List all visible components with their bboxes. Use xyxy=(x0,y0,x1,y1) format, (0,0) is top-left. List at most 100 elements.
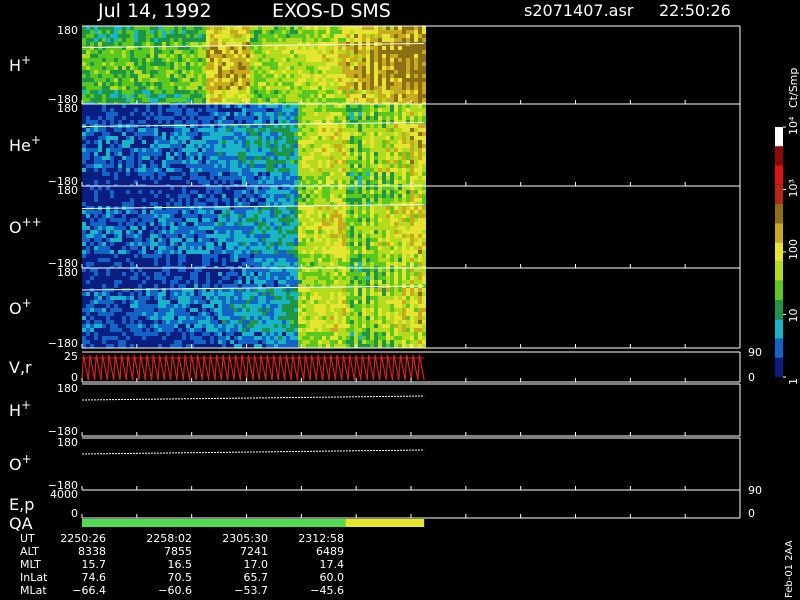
spectrogram-cell xyxy=(182,112,186,116)
spectrogram-cell xyxy=(390,30,394,34)
spectrogram-cell xyxy=(194,62,198,66)
spectrogram-cell xyxy=(290,46,294,50)
spectrogram-cell xyxy=(150,148,154,152)
spectrogram-cell xyxy=(406,160,410,164)
spectrogram-cell xyxy=(90,70,94,74)
spectrogram-cell xyxy=(142,246,146,250)
spectrogram-cell xyxy=(182,234,186,238)
spectrogram-cell xyxy=(290,70,294,74)
spectrogram-cell xyxy=(82,180,86,184)
spectrogram-cell xyxy=(346,46,350,50)
spectrogram-cell xyxy=(290,94,294,98)
spectrogram-cell xyxy=(130,238,134,242)
spectrogram-cell xyxy=(86,242,90,246)
spectrogram-cell xyxy=(350,26,354,30)
spectrogram-cell xyxy=(158,180,162,184)
spectrogram-cell xyxy=(150,140,154,144)
spectrogram-cell xyxy=(218,74,222,78)
spectrogram-cell xyxy=(162,26,166,30)
spectrogram-cell xyxy=(110,218,114,222)
spectrogram-cell xyxy=(274,250,278,254)
spectrogram-cell xyxy=(166,262,170,266)
spectrogram-cell xyxy=(186,98,190,102)
spectrogram-cell xyxy=(170,190,174,194)
spectrogram-cell xyxy=(374,104,378,108)
spectrogram-cell xyxy=(90,116,94,120)
spectrogram-cell xyxy=(250,94,254,98)
spectrogram-cell xyxy=(390,58,394,62)
spectrogram-cell xyxy=(350,156,354,160)
spectrogram-cell xyxy=(246,258,250,262)
spectrogram-cell xyxy=(182,176,186,180)
spectrogram-cell xyxy=(122,58,126,62)
spectrogram-cell xyxy=(150,116,154,120)
spectrogram-cell xyxy=(290,86,294,90)
spectrogram-cell xyxy=(122,112,126,116)
spectrogram-cell xyxy=(134,136,138,140)
spectrogram-cell xyxy=(110,254,114,258)
spectrogram-cell xyxy=(326,108,330,112)
spectrogram-cell xyxy=(326,194,330,198)
spectrogram-cell xyxy=(290,160,294,164)
spectrogram-cell xyxy=(166,90,170,94)
spectrogram-cell xyxy=(138,152,142,156)
spectrogram-cell xyxy=(86,152,90,156)
spectrogram-cell xyxy=(198,108,202,112)
spectrogram-cell xyxy=(170,164,174,168)
spectrogram-cell xyxy=(218,70,222,74)
spectrogram-cell xyxy=(382,94,386,98)
spectrogram-cell xyxy=(402,50,406,54)
spectrogram-cell xyxy=(346,254,350,258)
spectrogram-cell xyxy=(214,74,218,78)
spectrogram-cell xyxy=(338,246,342,250)
spectrogram-cell xyxy=(386,172,390,176)
spectrogram-cell xyxy=(262,54,266,58)
spectrogram-cell xyxy=(342,78,346,82)
spectrogram-cell xyxy=(146,66,150,70)
spectrogram-cell xyxy=(266,94,270,98)
spectrogram-cell xyxy=(350,86,354,90)
spectrogram-cell xyxy=(346,206,350,210)
spectrogram-cell xyxy=(318,132,322,136)
spectrogram-cell xyxy=(198,176,202,180)
spectrogram-cell xyxy=(226,104,230,108)
spectrogram-cell xyxy=(178,148,182,152)
spectrogram-cell xyxy=(362,108,366,112)
spectrogram-cell xyxy=(162,42,166,46)
spectrogram-cell xyxy=(290,50,294,54)
spectrogram-cell xyxy=(238,112,242,116)
spectrogram-cell xyxy=(310,54,314,58)
spectrogram-cell xyxy=(210,194,214,198)
spectrogram-cell xyxy=(318,58,322,62)
spectrogram-cell xyxy=(90,90,94,94)
spectrogram-cell xyxy=(230,144,234,148)
spectrogram-cell xyxy=(102,148,106,152)
spectrogram-cell xyxy=(226,58,230,62)
spectrogram-cell xyxy=(86,26,90,30)
spectrogram-cell xyxy=(346,26,350,30)
spectrogram-cell xyxy=(210,42,214,46)
spectrogram-cell xyxy=(342,98,346,102)
spectrogram-cell xyxy=(138,136,142,140)
spectrogram-cell xyxy=(390,132,394,136)
spectrogram-cell xyxy=(298,186,302,190)
spectrogram-cell xyxy=(222,34,226,38)
spectrogram-cell xyxy=(374,176,378,180)
spectrogram-cell xyxy=(238,144,242,148)
spectrogram-cell xyxy=(214,46,218,50)
spectrogram-cell xyxy=(302,74,306,78)
spectrogram-cell xyxy=(350,132,354,136)
spectrogram-cell xyxy=(226,198,230,202)
spectrogram-cell xyxy=(262,156,266,160)
spectrogram-cell xyxy=(358,78,362,82)
spectrogram-cell xyxy=(422,152,426,156)
spectrogram-cell xyxy=(346,222,350,226)
spectrogram-cell xyxy=(202,90,206,94)
spectrogram-cell xyxy=(382,124,386,128)
spectrogram-cell xyxy=(134,94,138,98)
spectrogram-cell xyxy=(286,258,290,262)
spectrogram-cell xyxy=(342,164,346,168)
spectrogram-cell xyxy=(238,128,242,132)
spectrogram-cell xyxy=(82,62,86,66)
spectrogram-cell xyxy=(314,74,318,78)
